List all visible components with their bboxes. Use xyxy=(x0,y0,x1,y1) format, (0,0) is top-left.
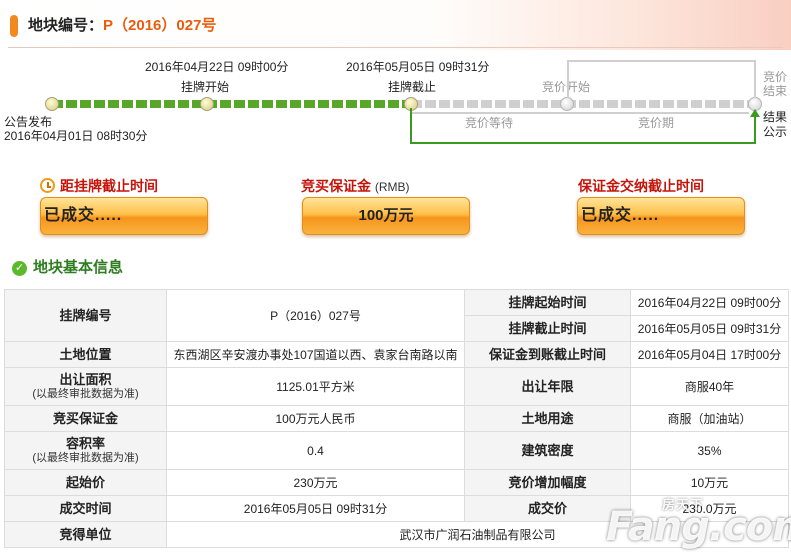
listing-end-header: 挂牌截止时间 xyxy=(464,315,631,342)
result-connector-left xyxy=(410,108,412,144)
deposit-deadline-header: 保证金到账截止时间 xyxy=(464,341,631,368)
deposit-label-text: 竞买保证金 xyxy=(301,178,371,194)
watermark-logo-text: Fang.com xyxy=(606,504,791,550)
page-title: 地块编号：P（2016）027号 xyxy=(28,15,216,37)
table-row: 竞买保证金 100万元人民币 土地用途 商服（加油站） xyxy=(4,405,789,432)
bid-bracket-top xyxy=(567,60,755,62)
bid-end-label-line1: 竞价 xyxy=(763,70,788,84)
deal-time-header: 成交时间 xyxy=(4,495,167,522)
pending-progress-bar xyxy=(411,100,755,108)
starting-price-value: 230万元 xyxy=(166,469,465,496)
deposit-value: 100万元人民币 xyxy=(166,405,465,432)
bid-period-label: 竞价期 xyxy=(638,116,675,130)
plot-ratio-value: 0.4 xyxy=(166,431,465,470)
fang-watermark: 房天下 Fang.com xyxy=(606,492,791,552)
elapsed-progress-bar xyxy=(52,100,411,108)
listing-number-header: 挂牌编号 xyxy=(4,289,167,342)
bid-bracket-left xyxy=(567,60,569,98)
page-header: 地块编号：P（2016）027号 xyxy=(0,0,791,50)
land-use-value: 商服（加油站） xyxy=(630,405,789,432)
deposit-label: 竞买保证金 (RMB) xyxy=(301,177,410,196)
header-accent-bar xyxy=(10,15,18,37)
bid-start-node xyxy=(560,97,574,111)
bid-wait-label: 竞价等待 xyxy=(465,116,514,130)
section-title: 地块基本信息 xyxy=(33,259,124,276)
header-divider xyxy=(8,47,783,48)
table-row: 挂牌编号 P（2016）027号 挂牌起始时间 2016年04月22日 09时0… xyxy=(4,289,789,342)
land-use-header: 土地用途 xyxy=(464,405,631,432)
result-connector-right xyxy=(754,116,756,144)
wait-period-line xyxy=(411,112,749,114)
area-header: 出让面积 (以最终审批数据为准) xyxy=(4,367,167,406)
listing-start-value: 2016年04月22日 09时00分 xyxy=(630,289,789,316)
table-row: 容积率 (以最终审批数据为准) 0.4 建筑密度 35% xyxy=(4,431,789,470)
deposit-amount: 100万元 xyxy=(302,197,470,235)
area-value: 1125.01平方米 xyxy=(166,367,465,406)
building-density-header: 建筑密度 xyxy=(464,431,631,470)
winner-header: 竞得单位 xyxy=(4,521,167,548)
title-label: 地块编号： xyxy=(28,17,104,34)
term-value: 商服40年 xyxy=(630,367,789,406)
deposit-deadline-label: 保证金交纳截止时间 xyxy=(578,178,704,194)
listing-start-label: 挂牌开始 xyxy=(181,80,230,94)
plot-ratio-header-text: 容积率 xyxy=(65,435,105,451)
bid-bracket-right xyxy=(754,60,756,98)
location-value: 东西湖区辛安渡办事处107国道以西、袁家台南路以南 xyxy=(166,341,465,368)
area-header-text: 出让面积 xyxy=(59,371,112,387)
check-circle-icon: ✓ xyxy=(12,261,27,276)
alarm-clock-icon xyxy=(40,178,55,193)
bid-start-label: 竞价开始 xyxy=(542,80,591,94)
announce-node xyxy=(45,97,59,111)
table-row: 土地位置 东西湖区辛安渡办事处107国道以西、袁家台南路以南 保证金到账截止时间… xyxy=(4,341,789,368)
deposit-header: 竞买保证金 xyxy=(4,405,167,432)
result-label-line2: 公示 xyxy=(763,125,788,139)
area-header-note: (以最终审批数据为准) xyxy=(32,387,139,400)
deposit-deadline-countdown: 已成交..... xyxy=(577,197,745,235)
deposit-unit: (RMB) xyxy=(374,180,410,194)
location-header: 土地位置 xyxy=(4,341,167,368)
result-connector-bottom xyxy=(410,142,756,144)
parcel-code: P（2016）027号 xyxy=(103,17,217,34)
table-row: 出让面积 (以最终审批数据为准) 1125.01平方米 出让年限 商服40年 xyxy=(4,367,789,406)
deal-time-value: 2016年05月05日 09时31分 xyxy=(166,495,465,522)
listing-end-time: 2016年05月05日 09时31分 xyxy=(346,60,490,74)
listing-start-time: 2016年04月22日 09时00分 xyxy=(145,60,289,74)
plot-ratio-header: 容积率 (以最终审批数据为准) xyxy=(4,431,167,470)
bid-end-label-line2: 结束 xyxy=(763,84,788,98)
listing-end-label: 挂牌截止 xyxy=(388,80,437,94)
building-density-value: 35% xyxy=(630,431,789,470)
result-label-line1: 结果 xyxy=(763,110,788,124)
deposit-deadline-value: 2016年05月04日 17时00分 xyxy=(630,341,789,368)
deadline-label: 距挂牌截止时间 xyxy=(60,178,158,194)
term-header: 出让年限 xyxy=(464,367,631,406)
arrow-up-icon xyxy=(750,109,760,117)
listing-start-node xyxy=(200,97,214,111)
plot-ratio-header-note: (以最终审批数据为准) xyxy=(32,451,139,464)
listing-start-header: 挂牌起始时间 xyxy=(464,289,631,316)
announce-label: 公告发布 xyxy=(4,115,53,129)
listing-end-value: 2016年05月05日 09时31分 xyxy=(630,315,789,342)
announce-time: 2016年04月01日 08时30分 xyxy=(4,129,148,143)
deadline-countdown: 已成交..... xyxy=(40,197,208,235)
listing-number-value: P（2016）027号 xyxy=(166,289,465,342)
starting-price-header: 起始价 xyxy=(4,469,167,496)
